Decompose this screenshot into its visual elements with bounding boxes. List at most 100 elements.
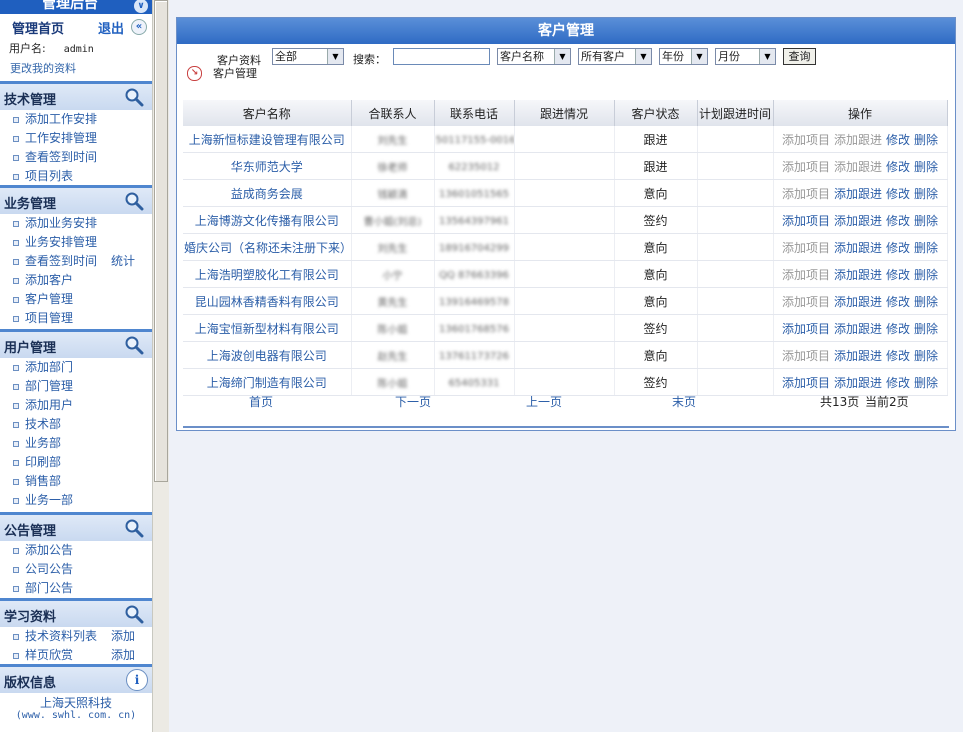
company-url[interactable]: (www. swhl. com. cn)	[0, 710, 152, 721]
row-op-link[interactable]: 添加项目	[782, 376, 830, 390]
sidebar-item[interactable]: 样页欣赏 添加	[0, 646, 152, 665]
sidebar-item[interactable]: 技术资料列表 添加	[0, 627, 152, 646]
sidebar-item[interactable]: 部门管理	[0, 377, 152, 396]
search-input[interactable]	[393, 48, 490, 65]
row-op-link[interactable]: 修改	[886, 295, 910, 309]
row-op-link[interactable]: 修改	[886, 214, 910, 228]
customer-name-link[interactable]: 上海波创电器有限公司	[183, 341, 352, 369]
sidebar-section-header[interactable]: 学习资料	[0, 598, 152, 627]
scrollbar-thumb[interactable]	[154, 0, 168, 482]
customer-name-link[interactable]: 华东师范大学	[183, 152, 352, 180]
customer-name-link[interactable]: 婚庆公司（名称还未注册下来）	[183, 233, 352, 261]
sidebar-section-header[interactable]: 技术管理	[0, 81, 152, 110]
last-page-link[interactable]: 末页	[672, 393, 696, 410]
row-op-link[interactable]: 添加跟进	[834, 214, 882, 228]
chevron-down-icon[interactable]: ∨	[134, 0, 148, 13]
edit-profile-link[interactable]: 更改我的资料	[10, 60, 76, 76]
row-op-link[interactable]: 添加项目	[782, 349, 830, 363]
sidebar-item[interactable]: 公司公告	[0, 560, 152, 579]
search-field-select[interactable]: 客户名称 ▼	[497, 48, 571, 65]
customer-name-link[interactable]: 上海缔门制造有限公司	[183, 368, 352, 396]
row-op-link[interactable]: 删除	[914, 160, 938, 174]
row-op-link[interactable]: 修改	[886, 376, 910, 390]
sidebar-section-header[interactable]: 公告管理	[0, 512, 152, 541]
sidebar-item[interactable]: 添加公告	[0, 541, 152, 560]
row-op-link[interactable]: 删除	[914, 268, 938, 282]
collapse-icon[interactable]: «	[131, 19, 147, 35]
sidebar-item[interactable]: 项目管理	[0, 309, 152, 328]
customer-name-link[interactable]: 上海浩明塑胶化工有限公司	[183, 260, 352, 288]
logout-link[interactable]: 退出	[98, 18, 124, 37]
sidebar-item[interactable]: 添加工作安排	[0, 110, 152, 129]
row-op-link[interactable]: 修改	[886, 268, 910, 282]
sidebar-item[interactable]: 业务部	[0, 434, 152, 453]
sidebar-scrollbar[interactable]	[152, 0, 169, 732]
sidebar-item[interactable]: 业务一部	[0, 491, 152, 510]
sidebar-item-extra-link[interactable]: 添加	[111, 646, 135, 665]
next-page-link[interactable]: 下一页	[395, 393, 431, 410]
row-op-link[interactable]: 删除	[914, 376, 938, 390]
sidebar-item[interactable]: 销售部	[0, 472, 152, 491]
query-button[interactable]: 查询	[783, 48, 816, 65]
row-op-link[interactable]: 删除	[914, 241, 938, 255]
customer-name-link[interactable]: 上海博游文化传播有限公司	[183, 206, 352, 234]
row-op-link[interactable]: 添加项目	[782, 295, 830, 309]
sidebar-item[interactable]: 技术部	[0, 415, 152, 434]
row-op-link[interactable]: 添加项目	[782, 160, 830, 174]
row-op-link[interactable]: 添加跟进	[834, 376, 882, 390]
row-op-link[interactable]: 删除	[914, 214, 938, 228]
row-op-link[interactable]: 添加跟进	[834, 322, 882, 336]
sidebar-item-extra-link[interactable]: 统计	[111, 252, 135, 271]
customer-name-link[interactable]: 益成商务会展	[183, 179, 352, 207]
month-select[interactable]: 月份 ▼	[715, 48, 776, 65]
home-link[interactable]: 管理首页	[12, 18, 64, 37]
row-op-link[interactable]: 添加项目	[782, 187, 830, 201]
prev-page-link[interactable]: 上一页	[526, 393, 562, 410]
row-op-link[interactable]: 添加跟进	[834, 295, 882, 309]
sidebar-section-header[interactable]: 业务管理	[0, 185, 152, 214]
row-op-link[interactable]: 添加跟进	[834, 241, 882, 255]
sidebar-item[interactable]: 添加客户	[0, 271, 152, 290]
row-op-link[interactable]: 添加跟进	[834, 268, 882, 282]
sidebar-item-extra-link[interactable]: 添加	[111, 627, 135, 646]
sidebar-item[interactable]: 查看签到时间 统计	[0, 252, 152, 271]
sidebar-item[interactable]: 客户管理	[0, 290, 152, 309]
sidebar-item[interactable]: 印刷部	[0, 453, 152, 472]
row-op-link[interactable]: 删除	[914, 295, 938, 309]
customer-name-link[interactable]: 上海新恒标建设管理有限公司	[183, 126, 352, 153]
row-op-link[interactable]: 修改	[886, 133, 910, 147]
year-select[interactable]: 年份 ▼	[659, 48, 708, 65]
sidebar-item[interactable]: 业务安排管理	[0, 233, 152, 252]
customer-name-link[interactable]: 上海宝恒新型材料有限公司	[183, 314, 352, 342]
row-op-link[interactable]: 添加项目	[782, 133, 830, 147]
row-op-link[interactable]: 添加项目	[782, 241, 830, 255]
row-op-link[interactable]: 修改	[886, 160, 910, 174]
row-op-link[interactable]: 添加项目	[782, 322, 830, 336]
row-op-link[interactable]: 修改	[886, 241, 910, 255]
row-op-link[interactable]: 修改	[886, 349, 910, 363]
first-page-link[interactable]: 首页	[249, 393, 273, 410]
row-op-link[interactable]: 删除	[914, 133, 938, 147]
sidebar-item[interactable]: 项目列表	[0, 167, 152, 186]
sidebar-item[interactable]: 添加用户	[0, 396, 152, 415]
sidebar-item[interactable]: 部门公告	[0, 579, 152, 598]
row-op-link[interactable]: 删除	[914, 322, 938, 336]
row-op-link[interactable]: 修改	[886, 322, 910, 336]
sidebar-item[interactable]: 添加业务安排	[0, 214, 152, 233]
sidebar-item[interactable]: 工作安排管理	[0, 129, 152, 148]
sidebar-item[interactable]: 添加部门	[0, 358, 152, 377]
customer-type-select[interactable]: 全部 ▼	[272, 48, 344, 65]
row-op-link[interactable]: 添加跟进	[834, 187, 882, 201]
row-op-link[interactable]: 删除	[914, 187, 938, 201]
row-op-link[interactable]: 添加跟进	[834, 349, 882, 363]
row-op-link[interactable]: 添加项目	[782, 214, 830, 228]
row-op-link[interactable]: 修改	[886, 187, 910, 201]
row-op-link[interactable]: 添加项目	[782, 268, 830, 282]
row-op-link[interactable]: 添加跟进	[834, 133, 882, 147]
scope-select[interactable]: 所有客户 ▼	[578, 48, 652, 65]
row-op-link[interactable]: 添加跟进	[834, 160, 882, 174]
row-op-link[interactable]: 删除	[914, 349, 938, 363]
customer-name-link[interactable]: 昆山园林香精香料有限公司	[183, 287, 352, 315]
sidebar-item[interactable]: 查看签到时间	[0, 148, 152, 167]
sidebar-section-header[interactable]: 用户管理	[0, 329, 152, 358]
